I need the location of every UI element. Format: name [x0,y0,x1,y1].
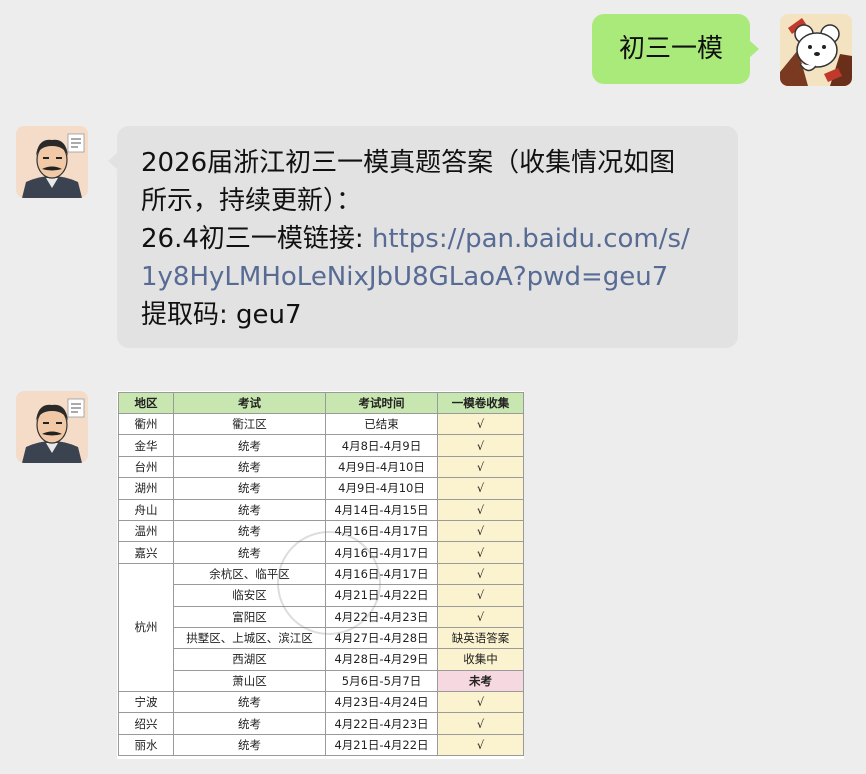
table-row: 临安区 4月21日-4月22日 √ [119,584,524,607]
share-link-part-1[interactable]: https://pan.baidu.com/s/ [372,224,690,254]
cell-time: 4月16日-4月17日 [325,562,438,586]
message-line-1: 2026届浙江初三一模真题答案（收集情况如图 [141,148,676,178]
cell-status: √ [437,477,524,500]
exam-schedule-table: 地区 考试 考试时间 一模卷收集 衢州 衢江区 已结束 √ 金华 统考 4月8日… [118,392,524,757]
cell-status: √ [437,605,524,628]
cell-exam: 拱墅区、上城区、滨江区 [173,626,326,650]
cell-region: 嘉兴 [118,541,174,564]
cell-time: 4月9日-4月10日 [325,477,438,500]
cell-status: √ [437,712,524,735]
outgoing-message-text: 初三一模 [618,34,723,64]
table-row: 衢州 衢江区 已结束 √ [118,412,524,436]
bear-avatar-icon [780,14,852,86]
outgoing-message-bubble[interactable]: 初三一模 [592,14,759,84]
message-line-3: 26.4初三一模链接: https://pan.baidu.com/s/ [141,220,716,258]
header-collection: 一模卷收集 [437,392,524,414]
cell-time: 4月8日-4月9日 [325,434,438,457]
message-line-2: 所示，持续更新）： [141,186,363,216]
cell-exam: 统考 [173,498,326,521]
cell-status: √ [437,562,524,586]
exam-schedule-image[interactable]: 地区 考试 考试时间 一模卷收集 衢州 衢江区 已结束 √ 金华 统考 4月8日… [117,391,524,759]
table-row: 嘉兴 统考 4月16日-4月17日 √ [118,541,524,564]
table-row: 湖州 统考 4月9日-4月10日 √ [118,477,524,500]
header-exam-time: 考试时间 [325,392,438,414]
cell-region: 宁波 [118,691,174,714]
table-header-row: 地区 考试 考试时间 一模卷收集 [118,392,524,414]
cell-exam: 统考 [173,519,326,543]
cell-time: 4月23日-4月24日 [325,691,438,714]
cell-region: 丽水 [118,733,174,757]
extraction-code-line: 提取码: geu7 [141,300,302,330]
cell-status: 缺英语答案 [437,626,524,650]
cell-exam: 统考 [173,541,326,564]
share-link-part-2[interactable]: 1y8HyLMHoLeNixJbU8GLaoA?pwd=geu7 [141,258,716,296]
cell-exam: 统考 [173,691,326,714]
cell-region: 湖州 [118,477,174,500]
man-avatar-icon [16,126,88,198]
cell-region: 温州 [118,519,174,543]
cell-exam: 富阳区 [173,605,326,628]
cell-status: √ [437,434,524,457]
cell-region: 金华 [118,434,174,457]
cell-time: 4月16日-4月17日 [325,519,438,543]
table-row: 温州 统考 4月16日-4月17日 √ [118,519,524,543]
cell-status: √ [437,519,524,543]
table-row: 杭州 余杭区、临平区 4月16日-4月17日 √ [118,562,524,693]
cell-region: 台州 [118,455,174,479]
cell-exam: 统考 [173,733,326,757]
cell-time: 5月6日-5月7日 [325,669,438,693]
header-exam: 考试 [173,392,326,414]
cell-region: 衢州 [118,412,174,436]
cell-status: √ [437,584,524,607]
cell-time: 4月28日-4月29日 [325,648,438,671]
cell-status: √ [437,691,524,714]
cell-status: 未考 [437,669,524,693]
cell-time: 已结束 [325,412,438,436]
cell-status: √ [437,541,524,564]
cell-exam: 统考 [173,712,326,735]
table-row: 舟山 统考 4月14日-4月15日 √ [118,498,524,521]
incoming-message-bubble[interactable]: 2026届浙江初三一模真题答案（收集情况如图 所示，持续更新）： 26.4初三一… [108,126,738,348]
cell-exam: 西湖区 [173,648,326,671]
man-avatar-icon [16,391,88,463]
cell-exam: 统考 [173,455,326,479]
cell-time: 4月21日-4月22日 [325,584,438,607]
table-row: 富阳区 4月22日-4月23日 √ [119,605,524,628]
cell-region-merged: 杭州 [118,562,174,693]
cell-time: 4月22日-4月23日 [325,605,438,628]
cell-status: √ [437,733,524,757]
cell-time: 4月9日-4月10日 [325,455,438,479]
cell-time: 4月16日-4月17日 [325,541,438,564]
table-row: 金华 统考 4月8日-4月9日 √ [118,434,524,457]
cell-exam: 余杭区、临平区 [173,562,326,586]
cell-exam: 统考 [173,477,326,500]
table-row: 绍兴 统考 4月22日-4月23日 √ [118,712,524,735]
table-row: 丽水 统考 4月21日-4月22日 √ [118,733,524,757]
cell-exam: 衢江区 [173,412,326,436]
cell-status: 收集中 [437,648,524,671]
cell-time: 4月14日-4月15日 [325,498,438,521]
cell-exam: 统考 [173,434,326,457]
cell-region: 绍兴 [118,712,174,735]
table-row: 宁波 统考 4月23日-4月24日 √ [118,691,524,714]
cell-time: 4月22日-4月23日 [325,712,438,735]
header-region: 地区 [118,392,174,414]
cell-exam: 临安区 [173,584,326,607]
sender-avatar-2[interactable] [16,391,88,463]
table-row: 台州 统考 4月9日-4月10日 √ [118,455,524,479]
cell-exam: 萧山区 [173,669,326,693]
cell-region: 舟山 [118,498,174,521]
sender-avatar[interactable] [16,126,88,198]
link-prefix: 26.4初三一模链接: [141,224,372,254]
table-row: 拱墅区、上城区、滨江区 4月27日-4月28日 缺英语答案 [119,626,524,650]
table-row: 萧山区 5月6日-5月7日 未考 [119,669,524,693]
my-avatar[interactable] [780,14,852,86]
cell-status: √ [437,412,524,436]
cell-time: 4月21日-4月22日 [325,733,438,757]
cell-time: 4月27日-4月28日 [325,626,438,650]
cell-status: √ [437,455,524,479]
table-row: 西湖区 4月28日-4月29日 收集中 [119,648,524,671]
cell-status: √ [437,498,524,521]
